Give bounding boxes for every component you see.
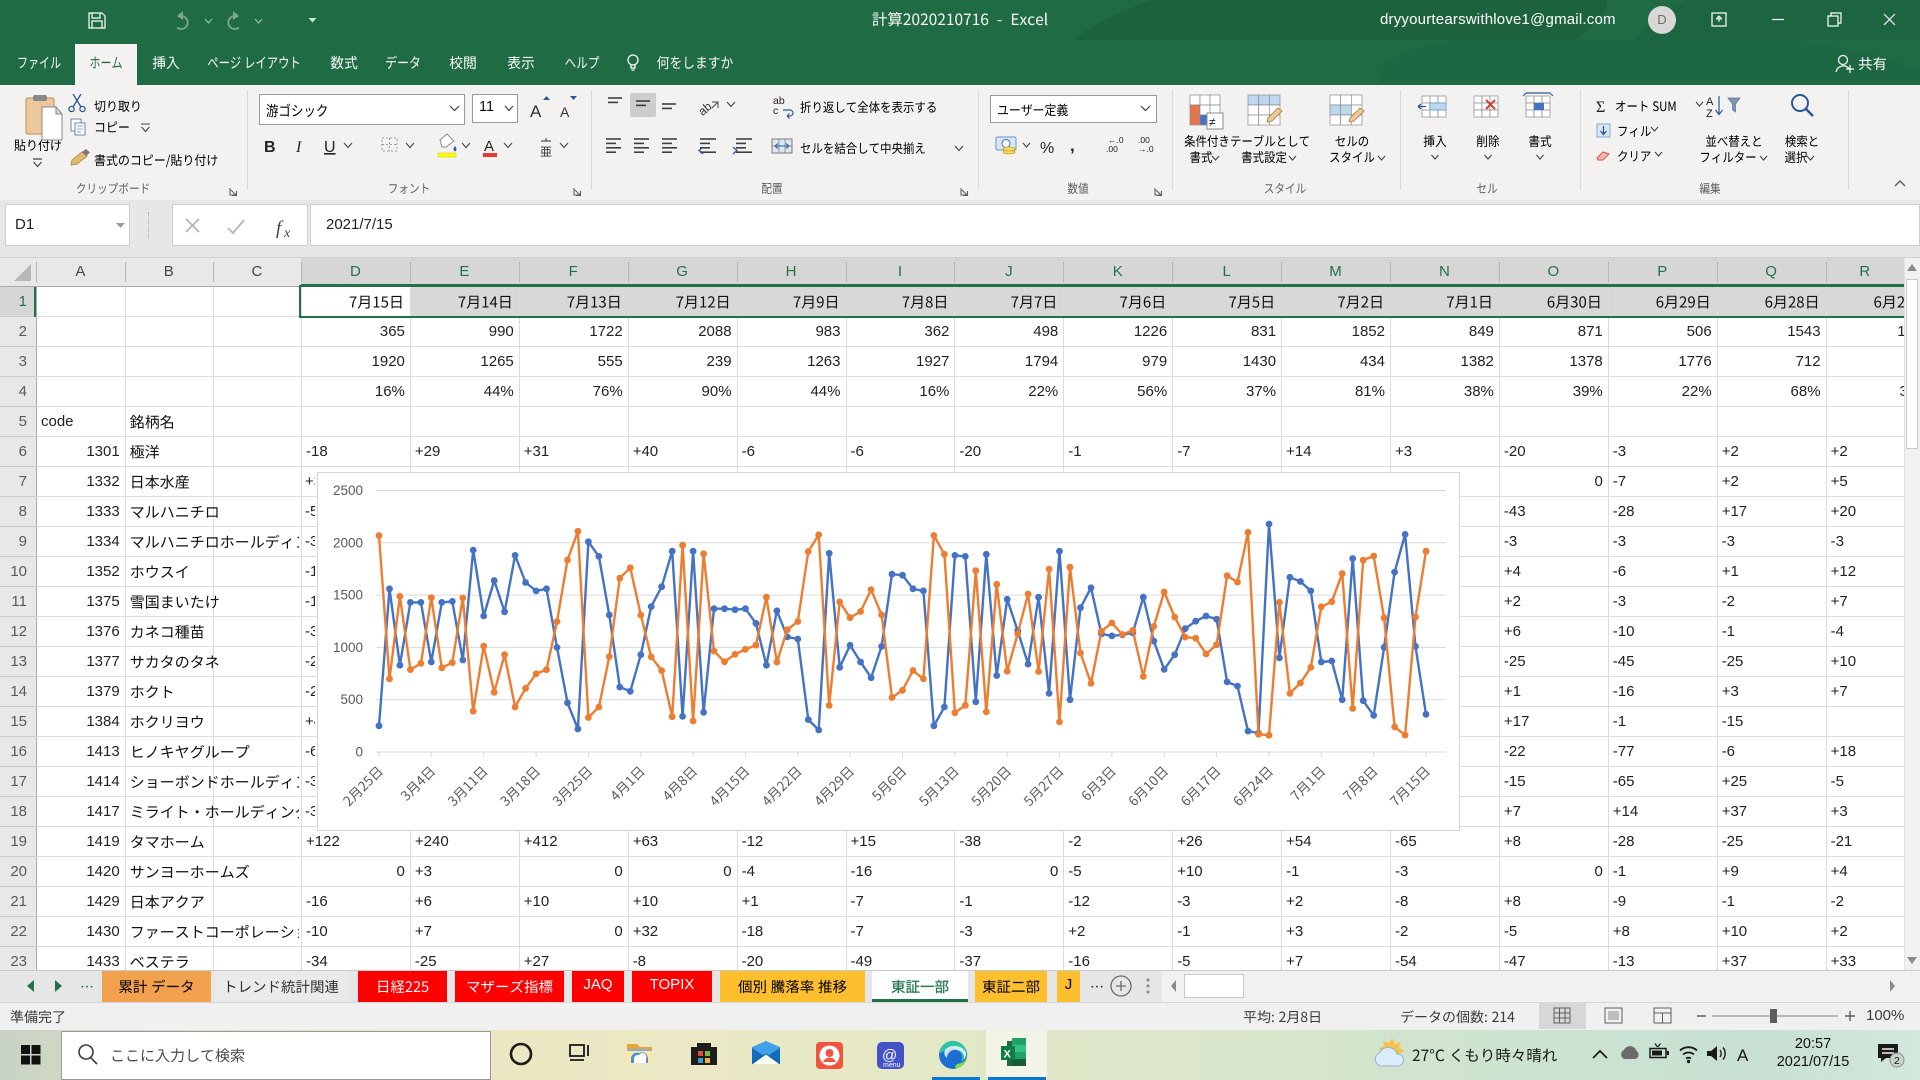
- svg-text:500: 500: [340, 692, 363, 707]
- svg-text:2000: 2000: [333, 535, 363, 550]
- svg-text:2500: 2500: [333, 483, 363, 498]
- svg-text:1500: 1500: [333, 588, 363, 603]
- svg-text:0: 0: [355, 745, 363, 760]
- svg-text:1000: 1000: [333, 640, 363, 655]
